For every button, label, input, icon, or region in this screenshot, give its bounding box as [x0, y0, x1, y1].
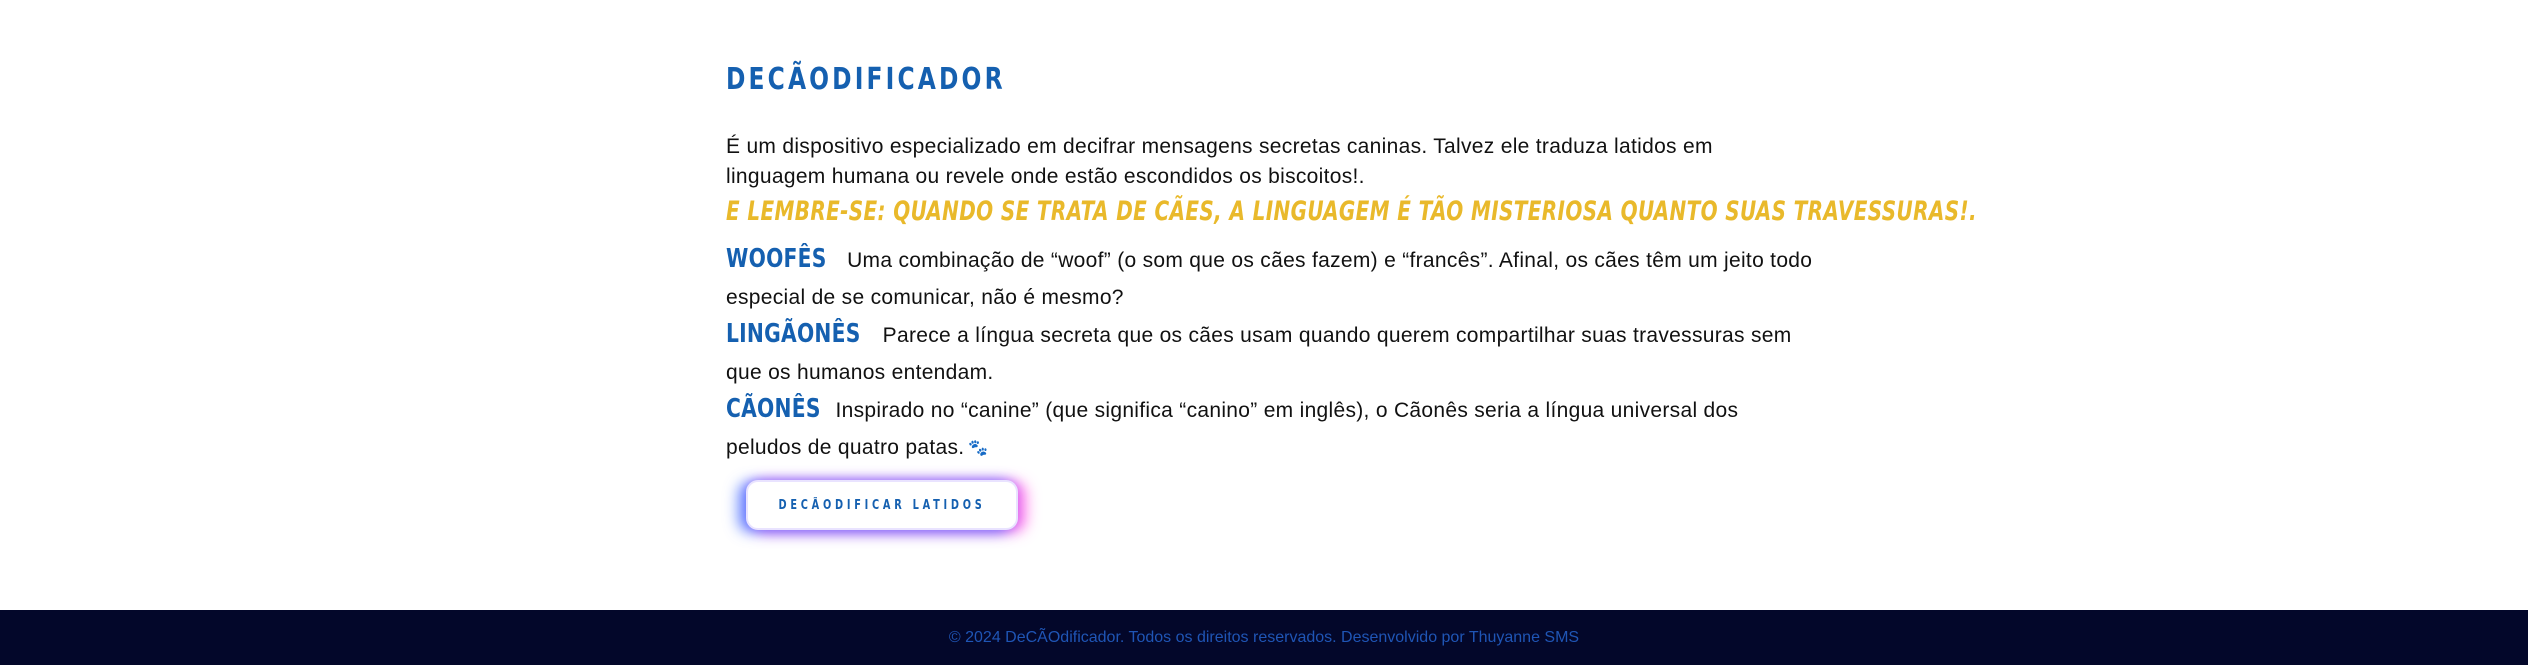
term-caones: CÃONÊS Inspirado no “canine” (que signif…: [726, 391, 1816, 467]
term-description: Uma combinação de “woof” (o som que os c…: [726, 249, 1813, 309]
term-word: WOOFÊS: [726, 244, 827, 274]
footer-text: © 2024 DeCÃOdificador. Todos os direitos…: [948, 628, 1580, 646]
term-lingaones: LINGÃONÊS Parece a língua secreta que os…: [726, 316, 1816, 391]
intro-paragraph: É um dispositivo especializado em decifr…: [726, 135, 1713, 188]
term-woofes: WOOFÊS Uma combinação de “woof” (o som q…: [726, 241, 1816, 316]
term-description: Parece a língua secreta que os cães usam…: [726, 324, 1792, 384]
term-word: CÃONÊS: [726, 394, 821, 424]
paw-icon: 🐾: [968, 439, 989, 457]
page-title: DECÃODIFICADOR: [726, 62, 1006, 97]
term-description: Inspirado no “canine” (que significa “ca…: [726, 399, 1739, 459]
remember-highlight: E LEMBRE-SE: QUANDO SE TRATA DE CÃES, A …: [726, 196, 1977, 227]
footer: © 2024 DeCÃOdificador. Todos os direitos…: [0, 610, 2528, 665]
term-word: LINGÃONÊS: [726, 319, 861, 349]
decode-barks-button[interactable]: DECÃODIFICAR LATIDOS: [746, 480, 1018, 530]
decode-barks-button-label: DECÃODIFICAR LATIDOS: [778, 497, 986, 513]
